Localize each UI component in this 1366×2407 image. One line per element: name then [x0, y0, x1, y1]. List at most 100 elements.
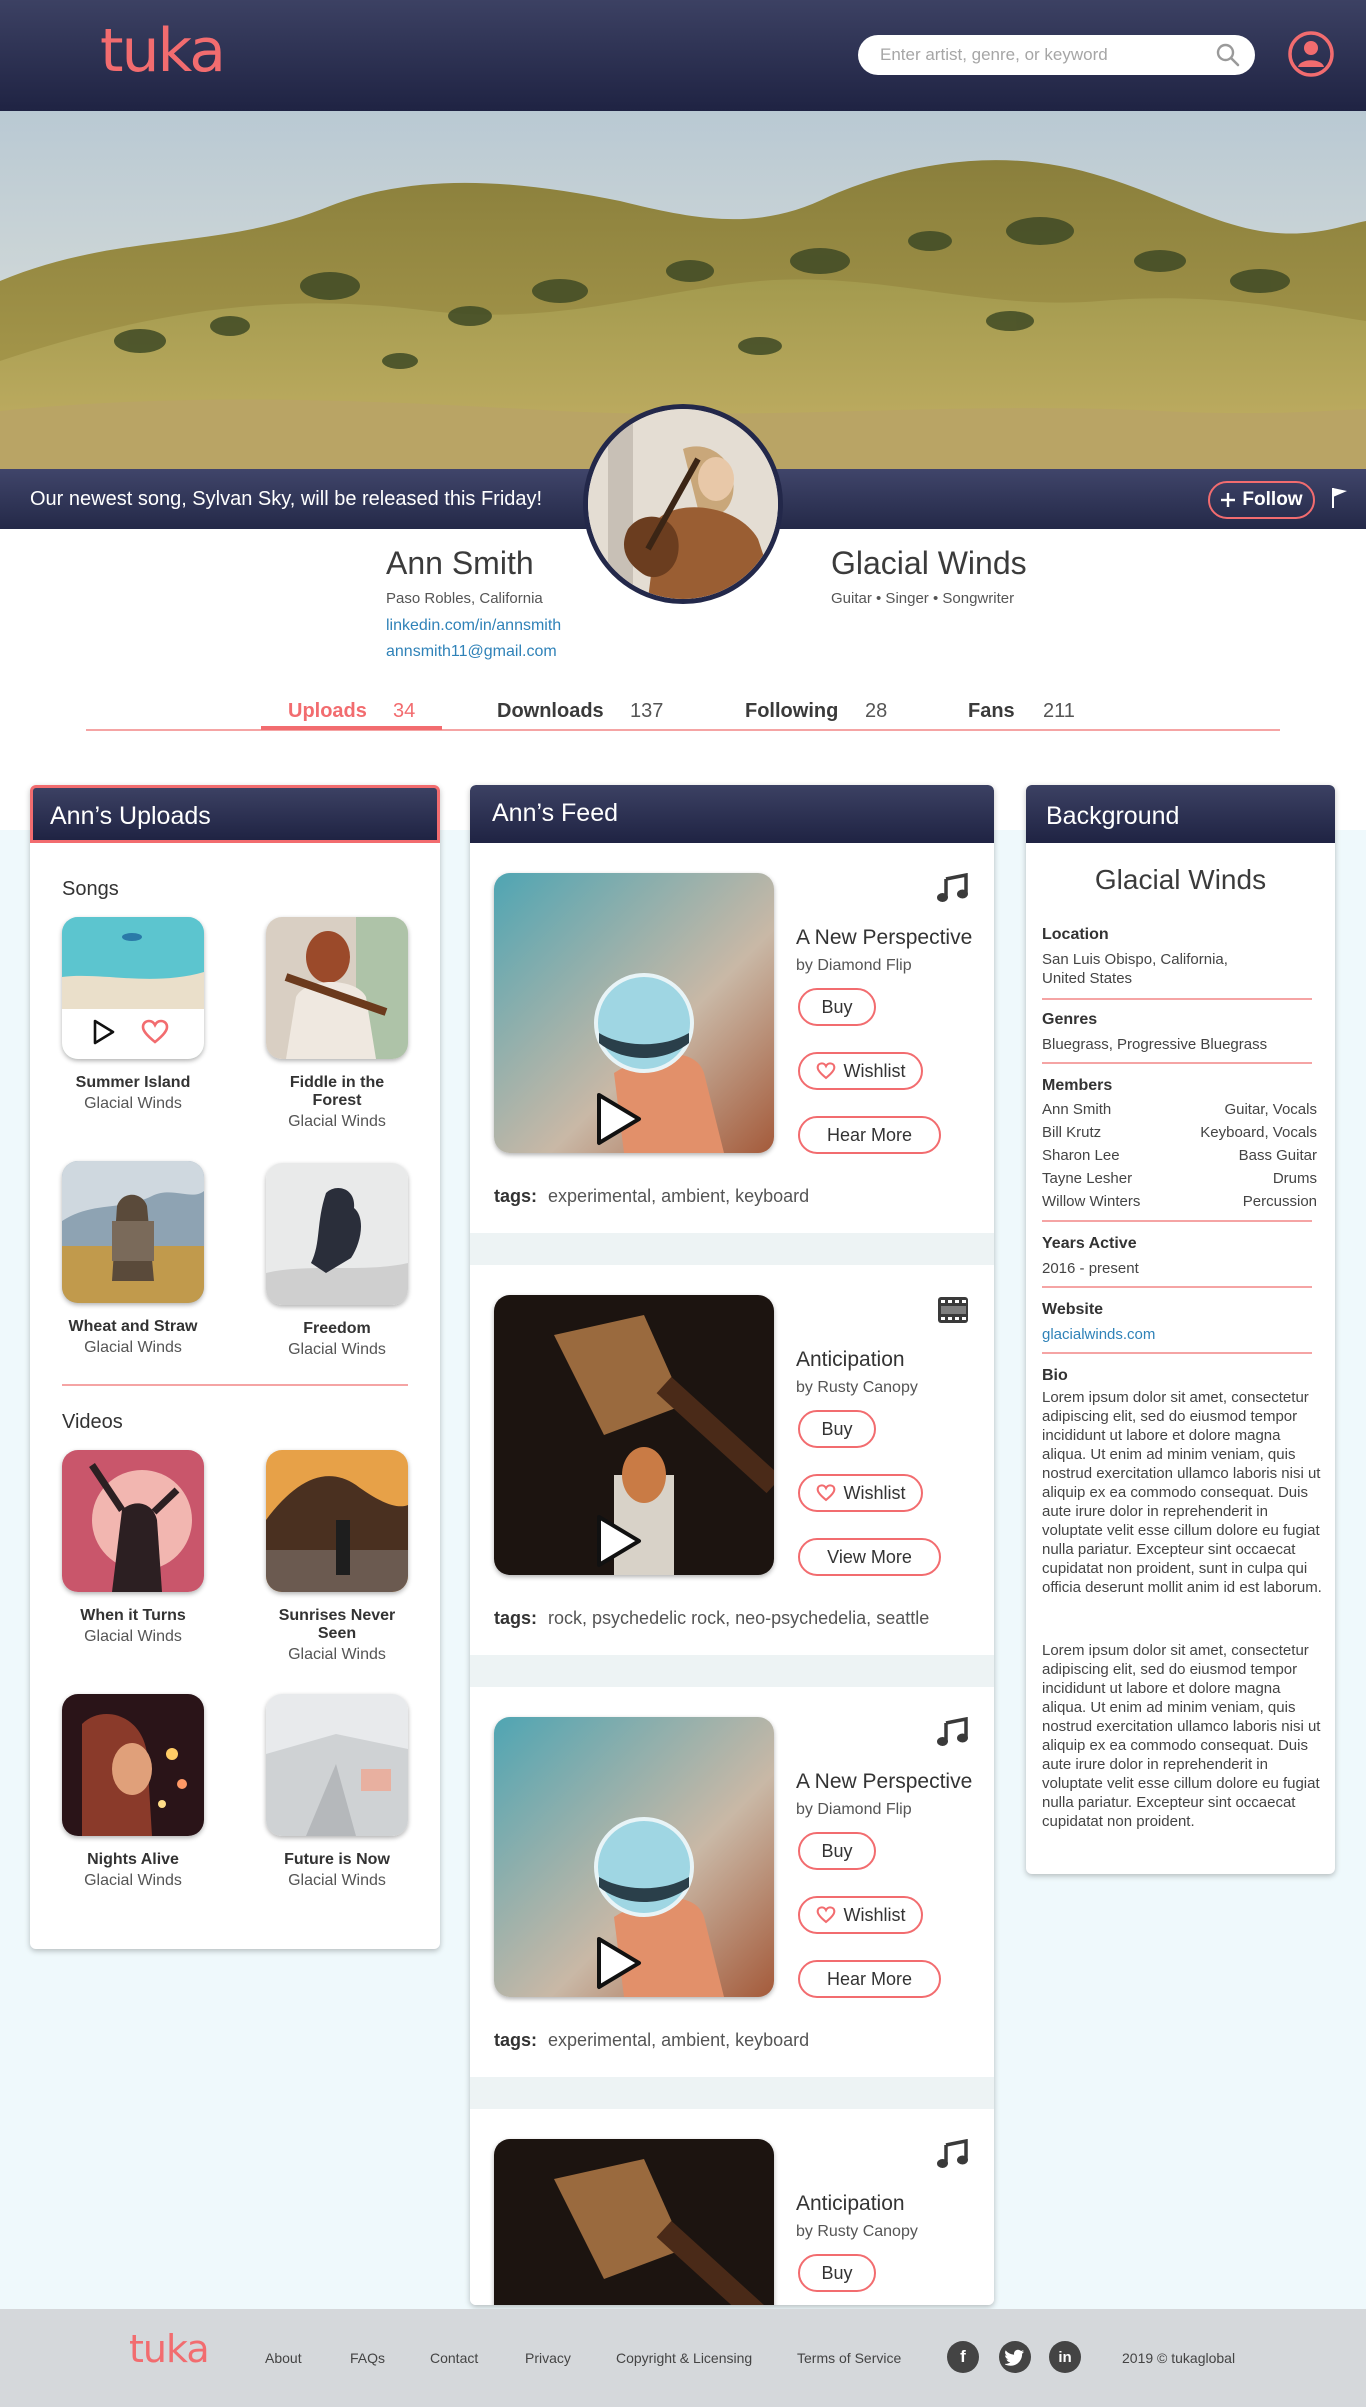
upload-title[interactable]: Freedom	[266, 1320, 408, 1338]
play-icon[interactable]	[594, 1935, 644, 1991]
upload-title[interactable]: Sunrises Never Seen	[266, 1607, 408, 1643]
tab-following[interactable]: Following 28	[745, 700, 887, 723]
footer-link-faqs[interactable]: FAQs	[350, 2350, 385, 2366]
tab-label: Fans	[968, 700, 1015, 722]
tags-value[interactable]: experimental, ambient, keyboard	[548, 1186, 809, 1206]
upload-title[interactable]: Fiddle in the Forest	[266, 1074, 408, 1110]
profile-location: Paso Robles, California	[386, 590, 543, 607]
footer-link-contact[interactable]: Contact	[430, 2350, 478, 2366]
member-name[interactable]: Bill Krutz	[1042, 1124, 1101, 1141]
feed-item-artist[interactable]: by Diamond Flip	[796, 957, 912, 975]
feed-item-title[interactable]: A New Perspective	[796, 1770, 972, 1794]
website-link[interactable]: glacialwinds.com	[1042, 1325, 1317, 1344]
wishlist-button[interactable]: Wishlist	[798, 1474, 923, 1512]
upload-artist: Glacial Winds	[84, 1095, 182, 1112]
member-row: Bill Krutz Keyboard, Vocals	[1042, 1124, 1317, 1141]
upload-card[interactable]: Future is Now Glacial Winds	[266, 1694, 408, 1890]
genres-value: Bluegrass, Progressive Bluegrass	[1042, 1036, 1268, 1053]
logo[interactable]: tuka	[100, 16, 226, 86]
wishlist-button[interactable]: Wishlist	[798, 1052, 923, 1090]
upload-title[interactable]: Future is Now	[266, 1851, 408, 1869]
view-more-button[interactable]: View More	[798, 1538, 941, 1576]
play-icon[interactable]	[92, 1019, 116, 1045]
tab-uploads[interactable]: Uploads 34	[288, 700, 415, 723]
tags-value[interactable]: experimental, ambient, keyboard	[548, 2030, 809, 2050]
feed-tags: tags: rock, psychedelic rock, neo-psyche…	[494, 1608, 929, 1629]
profile-linkedin-link[interactable]: linkedin.com/in/annsmith	[386, 617, 561, 635]
buy-button[interactable]: Buy	[798, 988, 876, 1026]
tags-value[interactable]: rock, psychedelic rock, neo-psychedelia,…	[548, 1608, 929, 1628]
search-box	[858, 35, 1255, 75]
upload-card[interactable]: Freedom Glacial Winds	[266, 1163, 408, 1359]
member-name[interactable]: Willow Winters	[1042, 1193, 1140, 1210]
upload-card[interactable]: Fiddle in the Forest Glacial Winds	[266, 917, 408, 1131]
tab-downloads[interactable]: Downloads 137	[497, 700, 663, 723]
search-icon[interactable]	[1215, 42, 1241, 68]
tab-count: 34	[393, 700, 416, 722]
footer-link-privacy[interactable]: Privacy	[525, 2350, 571, 2366]
upload-title[interactable]: Wheat and Straw	[62, 1318, 204, 1336]
member-name[interactable]: Tayne Lesher	[1042, 1170, 1132, 1187]
upload-card[interactable]: Nights Alive Glacial Winds	[62, 1694, 204, 1890]
member-name[interactable]: Sharon Lee	[1042, 1147, 1120, 1164]
twitter-bird-glyph	[1005, 2349, 1024, 2366]
feed-item-title[interactable]: Anticipation	[796, 1348, 905, 1372]
heart-icon[interactable]	[141, 1019, 169, 1045]
profile-email-link[interactable]: annsmith11@gmail.com	[386, 643, 557, 661]
linkedin-icon[interactable]: in	[1049, 2341, 1081, 2373]
footer-link-copyright[interactable]: Copyright & Licensing	[616, 2350, 752, 2366]
flag-icon[interactable]	[1330, 486, 1350, 510]
upload-title[interactable]: When it Turns	[62, 1607, 204, 1625]
follow-button[interactable]: Follow	[1208, 481, 1315, 519]
twitter-icon[interactable]	[999, 2341, 1031, 2373]
facebook-icon[interactable]: f	[947, 2341, 979, 2373]
section-divider	[1042, 1352, 1312, 1354]
upload-card[interactable]: When it Turns Glacial Winds	[62, 1450, 204, 1646]
wishlist-button[interactable]: Wishlist	[798, 1896, 923, 1934]
upload-thumbnail[interactable]	[62, 917, 204, 1059]
upload-thumbnail[interactable]	[266, 1450, 408, 1592]
band-name[interactable]: Glacial Winds	[831, 545, 1027, 582]
upload-thumbnail[interactable]	[266, 1163, 408, 1305]
profile-roles: Guitar • Singer • Songwriter	[831, 590, 1015, 607]
user-account-icon[interactable]	[1287, 30, 1335, 78]
upload-thumbnail[interactable]	[266, 917, 408, 1059]
buy-button[interactable]: Buy	[798, 2254, 876, 2292]
buy-button[interactable]: Buy	[798, 1410, 876, 1448]
member-name[interactable]: Ann Smith	[1042, 1101, 1111, 1118]
footer-link-about[interactable]: About	[265, 2350, 302, 2366]
member-role: Bass Guitar	[1238, 1147, 1317, 1164]
feed-image[interactable]	[494, 2139, 774, 2305]
feed-item-title[interactable]: A New Perspective	[796, 926, 972, 950]
hear-more-button[interactable]: Hear More	[798, 1116, 941, 1154]
buy-label: Buy	[821, 1840, 853, 1861]
background-header: Background	[1026, 785, 1335, 843]
top-bar: tuka	[0, 0, 1366, 111]
feed-item-artist[interactable]: by Rusty Canopy	[796, 2223, 918, 2241]
upload-thumbnail[interactable]	[62, 1161, 204, 1303]
upload-thumbnail[interactable]	[266, 1694, 408, 1836]
upload-thumbnail[interactable]	[62, 1694, 204, 1836]
upload-title[interactable]: Summer Island	[62, 1074, 204, 1092]
years-value: 2016 - present	[1042, 1260, 1139, 1277]
play-icon[interactable]	[594, 1513, 644, 1569]
feed-item-artist[interactable]: by Rusty Canopy	[796, 1379, 918, 1397]
upload-card[interactable]: Summer Island Glacial Winds	[62, 917, 204, 1113]
footer-link-terms[interactable]: Terms of Service	[797, 2350, 901, 2366]
feed-item: A New Perspective by Diamond Flip Buy Wi…	[470, 1687, 994, 2077]
upload-thumbnail[interactable]	[62, 1450, 204, 1592]
music-note-icon	[937, 873, 968, 902]
feed-item-title[interactable]: Anticipation	[796, 2192, 905, 2216]
buy-button[interactable]: Buy	[798, 1832, 876, 1870]
upload-card[interactable]: Sunrises Never Seen Glacial Winds	[266, 1450, 408, 1664]
footer-logo[interactable]: tuka	[129, 2327, 210, 2371]
hear-more-button[interactable]: Hear More	[798, 1960, 941, 1998]
tab-fans[interactable]: Fans 211	[968, 700, 1075, 723]
play-icon[interactable]	[594, 1091, 644, 1147]
member-row: Ann Smith Guitar, Vocals	[1042, 1101, 1317, 1118]
feed-item-artist[interactable]: by Diamond Flip	[796, 1801, 912, 1819]
upload-card[interactable]: Wheat and Straw Glacial Winds	[62, 1161, 204, 1357]
upload-title[interactable]: Nights Alive	[62, 1851, 204, 1869]
section-divider	[1042, 1220, 1312, 1222]
search-input[interactable]	[880, 35, 1200, 75]
